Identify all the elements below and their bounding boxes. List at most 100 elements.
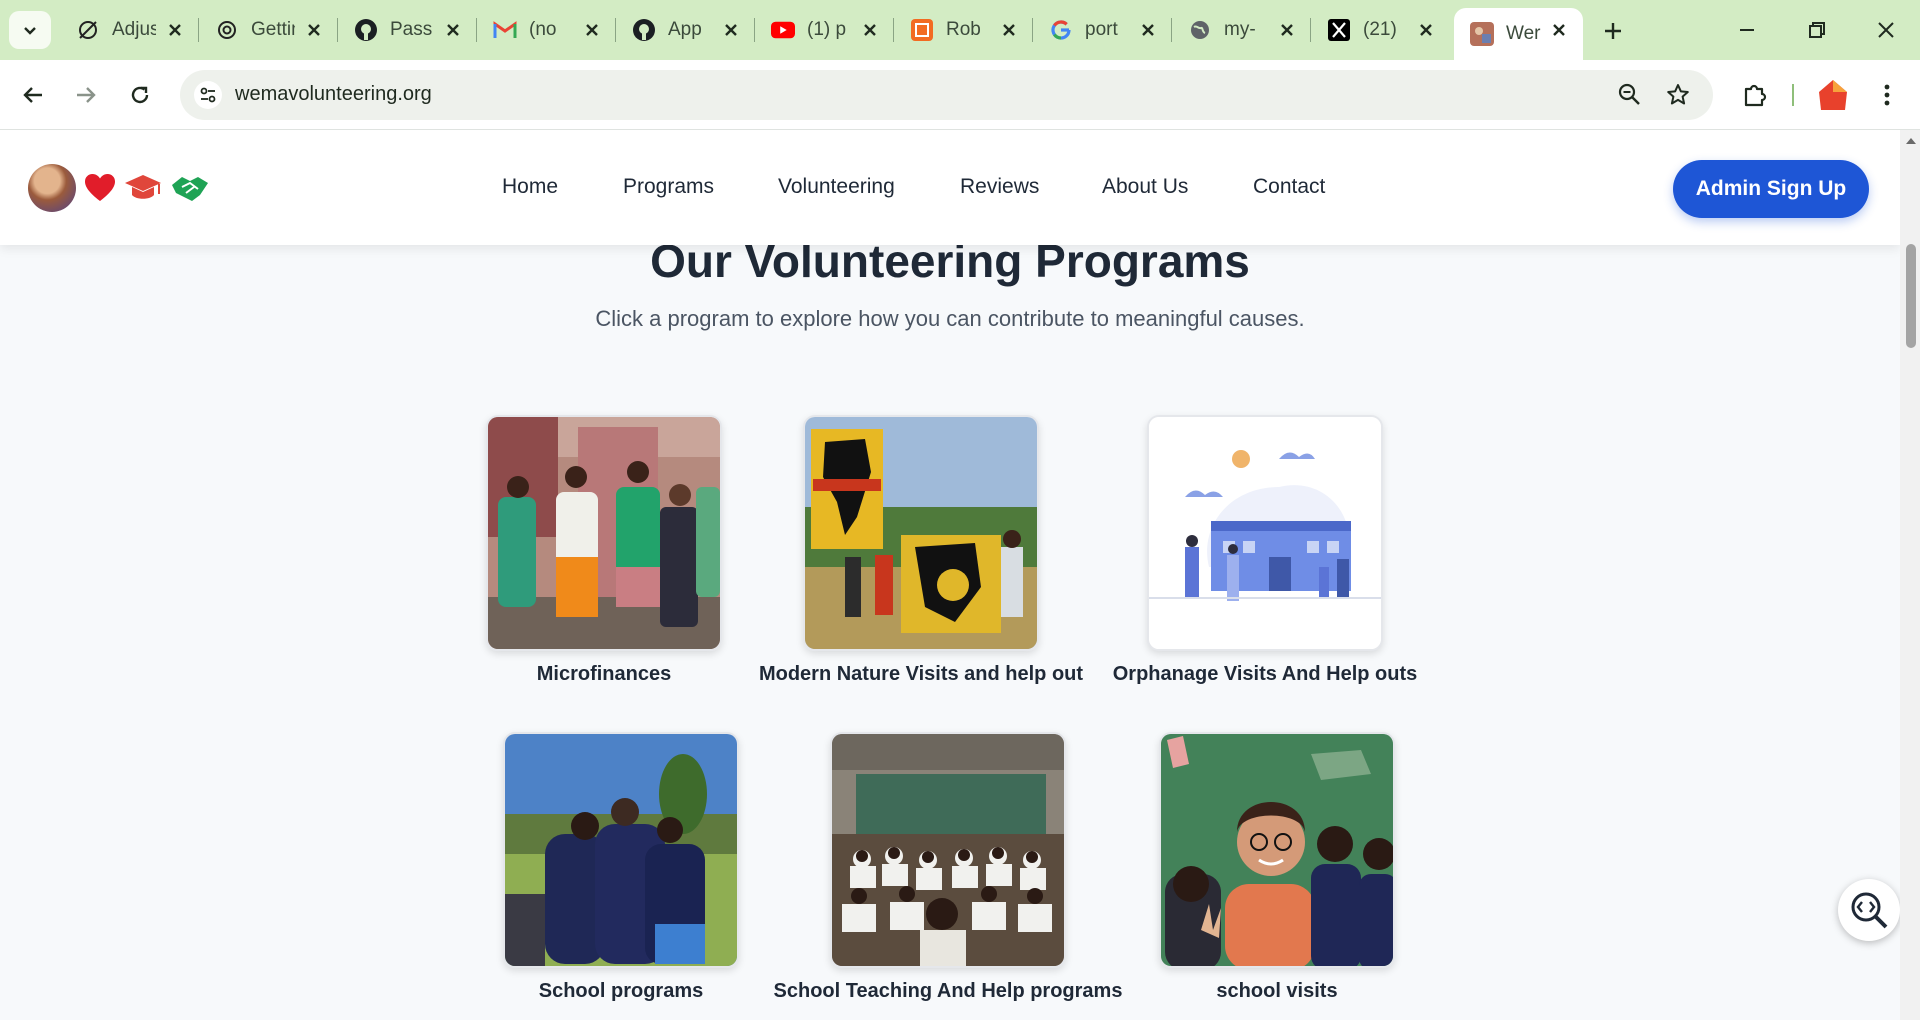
tab-10-active[interactable]: Wer [1454, 8, 1583, 60]
page-subtitle: Click a program to explore how you can c… [595, 306, 1305, 331]
close-icon[interactable] [1277, 20, 1297, 40]
tab-0[interactable]: Adjust [60, 10, 199, 50]
tab-title: Pass [390, 19, 433, 40]
tab-1[interactable]: Getting [199, 10, 338, 50]
nav-contact[interactable]: Contact [1253, 175, 1325, 199]
github-icon [632, 18, 656, 42]
tab-7[interactable]: port [1033, 10, 1172, 50]
forward-button[interactable] [68, 77, 104, 113]
close-icon [1878, 22, 1894, 38]
close-icon[interactable] [999, 20, 1019, 40]
chevron-down-icon [24, 27, 36, 35]
tab-8[interactable]: my- [1172, 10, 1311, 50]
program-title[interactable]: Orphanage Visits And Help outs [997, 663, 1533, 686]
close-icon[interactable] [443, 20, 463, 40]
tab-title: Rob [946, 19, 981, 40]
tab-title: Getting [251, 19, 295, 40]
youtube-icon [771, 18, 795, 42]
tab-2[interactable]: Pass [338, 10, 477, 50]
tab-search-button[interactable] [9, 11, 51, 49]
tab-6[interactable]: Rob [894, 10, 1033, 50]
scrollbar-thumb[interactable] [1906, 244, 1916, 348]
minimize-button[interactable] [1731, 14, 1763, 46]
clock-slash-icon [76, 18, 100, 42]
zoom-icon[interactable] [1617, 82, 1643, 108]
x-icon [1327, 18, 1351, 42]
program-card-school-programs[interactable]: School programs [503, 732, 739, 1002]
close-icon[interactable] [1138, 20, 1158, 40]
close-icon[interactable] [721, 20, 741, 40]
url-text[interactable]: wemavolunteering.org [235, 83, 432, 106]
address-bar[interactable]: wemavolunteering.org [180, 70, 1713, 120]
browser-toolbar: wemavolunteering.org [0, 60, 1920, 130]
tab-9[interactable]: (21) [1311, 10, 1450, 50]
reload-button[interactable] [122, 77, 158, 113]
scroll-up-arrow-icon[interactable] [1906, 138, 1916, 144]
site-info-icon[interactable] [194, 81, 222, 109]
close-icon[interactable] [165, 20, 185, 40]
codesandbox-icon [910, 18, 934, 42]
inspect-zoom-button[interactable] [1838, 879, 1900, 941]
tab-3[interactable]: (no [477, 10, 616, 50]
tab-title: App [668, 19, 702, 40]
tab-5[interactable]: (1) p [755, 10, 894, 50]
main-nav: Home Programs Volunteering Reviews About… [0, 175, 1900, 205]
minimize-icon [1740, 29, 1754, 31]
profile-icon[interactable] [1817, 78, 1849, 112]
program-image[interactable] [503, 732, 739, 968]
tab-title: (21) [1363, 19, 1397, 40]
program-image[interactable] [830, 732, 1066, 968]
admin-sign-up-button[interactable]: Admin Sign Up [1673, 160, 1869, 218]
gmail-icon [493, 18, 517, 42]
toolbar-divider [1792, 84, 1794, 106]
tab-4[interactable]: App [616, 10, 755, 50]
new-tab-button[interactable] [1598, 16, 1628, 46]
close-icon[interactable] [582, 20, 602, 40]
program-card-school-visits[interactable]: school visits [1159, 732, 1395, 1002]
bookmark-star-icon[interactable] [1665, 82, 1691, 108]
github-icon [354, 18, 378, 42]
openai-icon [215, 18, 239, 42]
site-favicon-icon [1470, 22, 1494, 46]
tab-title: (no [529, 19, 557, 40]
nav-about-us[interactable]: About Us [1102, 175, 1188, 199]
tab-title: (1) p [807, 19, 847, 40]
page-viewport: Home Programs Volunteering Reviews About… [0, 130, 1900, 1020]
extensions-icon[interactable] [1740, 80, 1770, 110]
nav-volunteering[interactable]: Volunteering [778, 175, 895, 199]
code-search-icon [1851, 892, 1888, 929]
program-card-school-teaching[interactable]: School Teaching And Help programs [774, 732, 1122, 1002]
nav-programs[interactable]: Programs [623, 175, 714, 199]
reload-icon [131, 86, 149, 104]
arrow-right-icon [77, 87, 96, 103]
plus-icon [1605, 23, 1621, 39]
restore-button[interactable] [1801, 14, 1833, 46]
site-header: Home Programs Volunteering Reviews About… [0, 130, 1900, 245]
program-card-orphanage-visits[interactable]: Orphanage Visits And Help outs [1113, 415, 1417, 685]
back-button[interactable] [15, 77, 51, 113]
tab-title: port [1085, 19, 1118, 40]
program-image[interactable] [803, 415, 1039, 651]
close-icon[interactable] [304, 20, 324, 40]
nav-reviews[interactable]: Reviews [960, 175, 1039, 199]
tab-strip: Adjust Getting Pass (no App (1) p Rob [0, 0, 1920, 60]
restore-icon [1809, 22, 1825, 38]
tab-title: Adjust [112, 19, 156, 40]
browser-menu-icon[interactable] [1872, 80, 1902, 110]
program-card-modern-nature-visits[interactable]: Modern Nature Visits and help out [759, 415, 1083, 685]
nav-home[interactable]: Home [502, 175, 558, 199]
program-image[interactable] [486, 415, 722, 651]
program-title[interactable]: school visits [1009, 980, 1545, 1003]
program-image[interactable] [1159, 732, 1395, 968]
globe-icon [1188, 18, 1212, 42]
close-window-button[interactable] [1870, 14, 1902, 46]
program-image[interactable] [1147, 415, 1383, 651]
program-card-microfinances[interactable]: Microfinances [486, 415, 722, 685]
tab-title: my- [1224, 19, 1256, 40]
arrow-left-icon [23, 87, 42, 103]
page-scrollbar[interactable] [1900, 130, 1920, 1020]
close-icon[interactable] [860, 20, 880, 40]
close-icon[interactable] [1416, 20, 1436, 40]
tab-title: Wer [1506, 23, 1541, 44]
close-icon[interactable] [1549, 20, 1569, 40]
